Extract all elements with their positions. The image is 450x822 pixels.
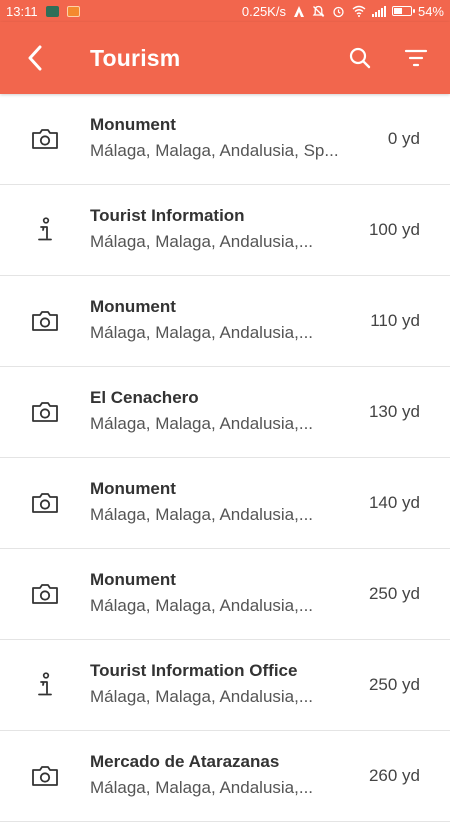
alarm-icon (332, 4, 346, 18)
item-address: Málaga, Malaga, Andalusia,... (90, 596, 314, 615)
item-title: Monument (90, 115, 176, 134)
item-address: Málaga, Malaga, Andalusia,... (90, 323, 314, 342)
list-item[interactable]: Mercado de Atarazanas Málaga, Malaga, An… (0, 731, 450, 822)
filter-button[interactable] (388, 22, 444, 94)
camera-icon (32, 311, 58, 331)
page-title: Tourism (90, 44, 181, 71)
notif-orange-icon (66, 5, 80, 17)
data-saver-icon (292, 4, 306, 18)
item-title: Tourist Information (90, 206, 245, 225)
wifi-icon (352, 4, 366, 18)
status-time: 13:11 (6, 3, 38, 19)
item-title: Monument (90, 570, 176, 589)
item-distance: 130 yd (368, 402, 420, 421)
item-distance: 250 yd (368, 584, 420, 603)
item-address: Málaga, Malaga, Andalusia,... (90, 232, 314, 251)
back-chevron-icon (28, 45, 42, 71)
camera-icon (32, 584, 58, 604)
item-distance: 140 yd (368, 493, 420, 512)
tourism-list: Monument Málaga, Malaga, Andalusia, Sp..… (0, 94, 450, 822)
item-distance: 110 yd (370, 311, 420, 330)
item-distance: 250 yd (368, 675, 420, 694)
item-address: Málaga, Malaga, Andalusia,... (90, 414, 314, 433)
item-title: Monument (90, 479, 176, 498)
silent-bell-icon (312, 4, 326, 18)
item-address: Málaga, Malaga, Andalusia, Sp... (90, 141, 339, 160)
back-button[interactable] (0, 22, 70, 94)
notif-green-icon (45, 5, 59, 17)
item-distance: 100 yd (368, 220, 420, 239)
app-bar: Tourism (0, 22, 450, 94)
camera-icon (32, 493, 58, 513)
list-item[interactable]: Tourist Information Málaga, Malaga, Anda… (0, 185, 450, 276)
item-title: Monument (90, 297, 176, 316)
search-icon (349, 47, 371, 69)
item-distance: 0 yd (387, 129, 420, 148)
item-address: Málaga, Malaga, Andalusia,... (90, 778, 314, 797)
list-item[interactable]: Monument Málaga, Malaga, Andalusia,... 2… (0, 549, 450, 640)
list-item[interactable]: Tourist Information Office Málaga, Malag… (0, 640, 450, 731)
item-address: Málaga, Malaga, Andalusia,... (90, 505, 314, 524)
battery-icon (391, 6, 415, 16)
camera-icon (32, 766, 58, 786)
search-button[interactable] (332, 22, 388, 94)
item-title: Mercado de Atarazanas (90, 752, 280, 771)
battery-percent: 54% (417, 3, 444, 19)
list-item[interactable]: El Cenachero Málaga, Malaga, Andalusia,.… (0, 367, 450, 458)
signal-icon (371, 4, 386, 18)
item-title: El Cenachero (90, 388, 199, 407)
info-icon (38, 217, 52, 241)
list-item[interactable]: Monument Málaga, Malaga, Andalusia,... 1… (0, 458, 450, 549)
camera-icon (32, 129, 58, 149)
item-address: Málaga, Malaga, Andalusia,... (90, 687, 314, 706)
item-distance: 260 yd (368, 766, 420, 785)
network-speed: 0.25K/s (241, 3, 286, 19)
camera-icon (32, 402, 58, 422)
list-item[interactable]: Monument Málaga, Malaga, Andalusia,... 1… (0, 276, 450, 367)
status-bar: 13:11 0.25K/s 54% (0, 0, 450, 22)
filter-icon (404, 49, 428, 67)
item-title: Tourist Information Office (90, 661, 298, 680)
info-icon (38, 672, 52, 696)
list-item[interactable]: Monument Málaga, Malaga, Andalusia, Sp..… (0, 94, 450, 185)
